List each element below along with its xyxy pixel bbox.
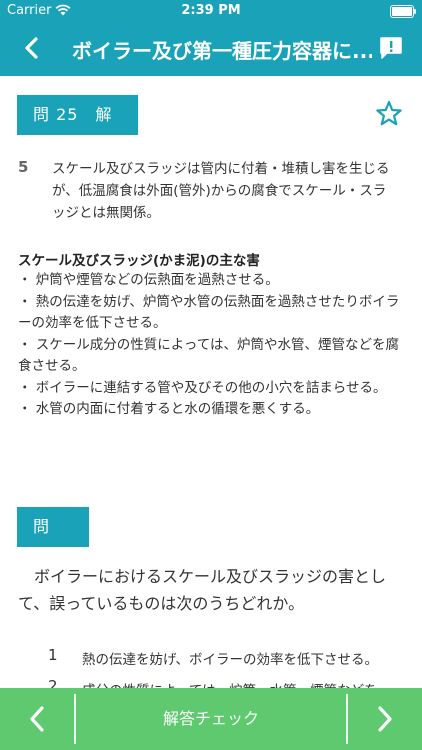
damage-bullet-list: ・ 炉筒や煙管などの伝熱面を過熱させる。 ・ 熱の伝達を妨げ、炉筒や水管の伝熱面…: [18, 270, 410, 421]
next-arrow-icon[interactable]: [348, 688, 422, 750]
favorite-star-icon[interactable]: [374, 99, 404, 129]
bottom-toolbar: 解答チェック: [0, 688, 422, 750]
status-bar: Carrier 2:39 PM: [0, 0, 422, 22]
answer-number: 5: [18, 158, 29, 176]
section-title: スケール及びスラッジ(かま泥)の主な害: [18, 253, 260, 269]
list-item: ・ 炉筒や煙管などの伝熱面を過熱させる。: [18, 272, 279, 288]
battery-icon: [390, 5, 416, 18]
choice-number[interactable]: 1: [48, 646, 58, 664]
question-text: ボイラーにおけるスケール及びスラッジの害として、誤っているものは次のうちどれか。: [18, 567, 387, 613]
list-item: ・ 水管の内面に付着すると水の循環を悪くする。: [18, 401, 320, 417]
previous-arrow-icon[interactable]: [0, 688, 74, 750]
list-item: ・ ボイラーに連結する管や及びその他の小穴を詰まらせる。: [18, 379, 387, 396]
report-message-icon[interactable]: [378, 35, 404, 61]
page-title: ボイラー及び第一種圧力容器に...: [72, 39, 372, 63]
back-chevron-icon[interactable]: [18, 33, 48, 63]
navigation-bar: ボイラー及び第一種圧力容器に...: [0, 22, 422, 76]
explanation-badge: 問 25 解説: [17, 95, 138, 164]
list-item: ・ スケール成分の性質によっては、炉筒や水管、煙管などを腐食させる。: [18, 336, 399, 375]
answer-check-button[interactable]: 解答チェック: [76, 688, 346, 750]
clock: 2:39 PM: [181, 3, 241, 18]
question-badge: 問 25: [17, 507, 89, 576]
answer-explanation-text: スケール及びスラッジは管内に付着・堆積し害を生じるが、低温腐食は外面(管外)から…: [52, 161, 390, 221]
choice-text[interactable]: 熱の伝達を妨げ、ボイラーの効率を低下させる。: [82, 648, 402, 668]
list-item: ・ 熱の伝達を妨げ、炉筒や水管の伝熱面を過熱させたりボイラーの効率を低下させる。: [18, 293, 400, 332]
